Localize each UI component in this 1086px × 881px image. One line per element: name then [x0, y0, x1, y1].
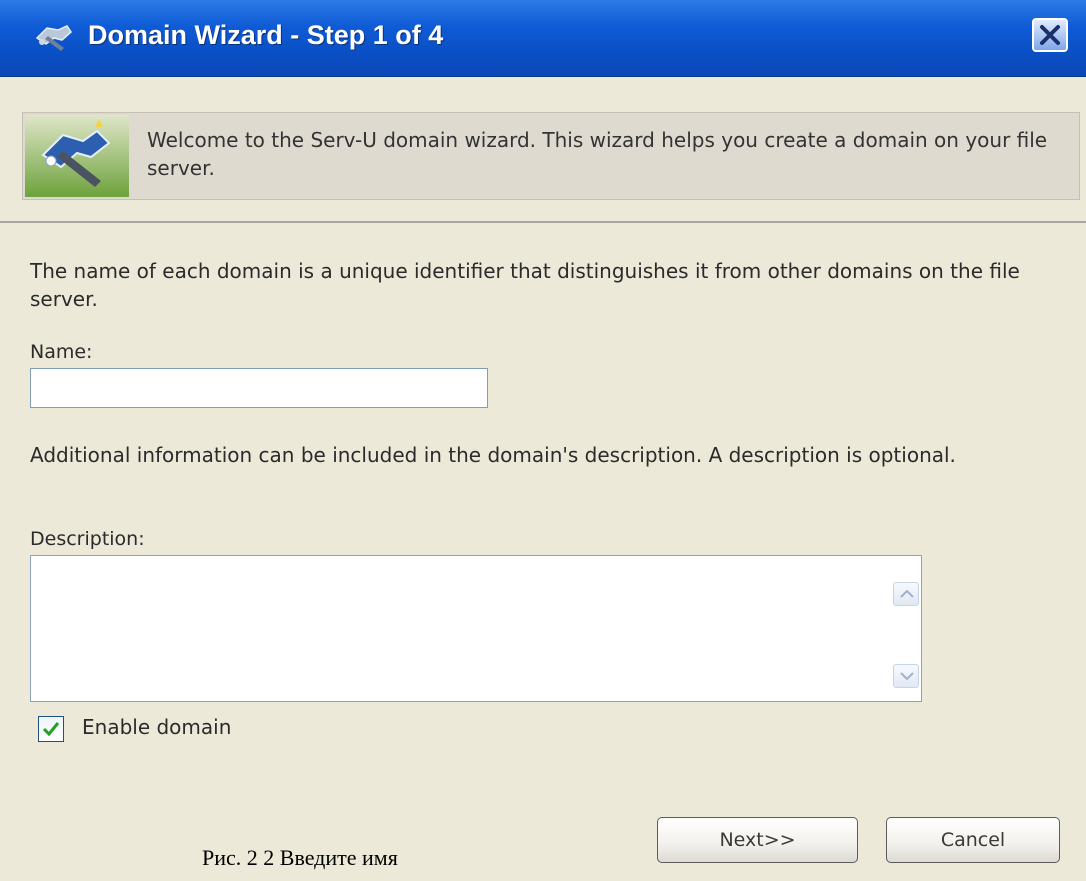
- enable-domain-label[interactable]: Enable domain: [82, 715, 231, 739]
- wizard-banner-icon: [25, 115, 129, 197]
- domain-name-input[interactable]: [30, 368, 488, 408]
- description-label: Description:: [30, 528, 145, 550]
- name-intro-text: The name of each domain is a unique iden…: [30, 259, 1020, 311]
- enable-domain-checkbox[interactable]: [38, 716, 64, 742]
- welcome-text: Welcome to the Serv-U domain wizard. Thi…: [147, 128, 1048, 180]
- window-title: Domain Wizard - Step 1 of 4: [88, 20, 444, 50]
- description-field[interactable]: [30, 555, 922, 702]
- figure-caption: Рис. 2 2 Введите имя: [202, 845, 398, 870]
- chevron-down-icon: [900, 672, 914, 681]
- description-scrollbar[interactable]: [883, 556, 921, 701]
- description-textarea[interactable]: [31, 556, 883, 701]
- name-label: Name:: [30, 341, 93, 363]
- chevron-up-icon: [900, 589, 914, 598]
- divider: [0, 221, 1086, 223]
- checkmark-icon: [42, 722, 60, 737]
- close-button[interactable]: [1032, 18, 1068, 52]
- scroll-up-button[interactable]: [893, 582, 919, 606]
- description-intro-text: Additional information can be included i…: [30, 443, 956, 467]
- title-bar[interactable]: Domain Wizard - Step 1 of 4: [0, 0, 1086, 77]
- wizard-icon: [34, 22, 74, 56]
- cancel-button[interactable]: Cancel: [886, 817, 1060, 863]
- scroll-down-button[interactable]: [893, 664, 919, 688]
- next-button[interactable]: Next>>: [657, 817, 858, 863]
- close-icon: [1040, 25, 1060, 45]
- welcome-banner: Welcome to the Serv-U domain wizard. Thi…: [22, 112, 1080, 200]
